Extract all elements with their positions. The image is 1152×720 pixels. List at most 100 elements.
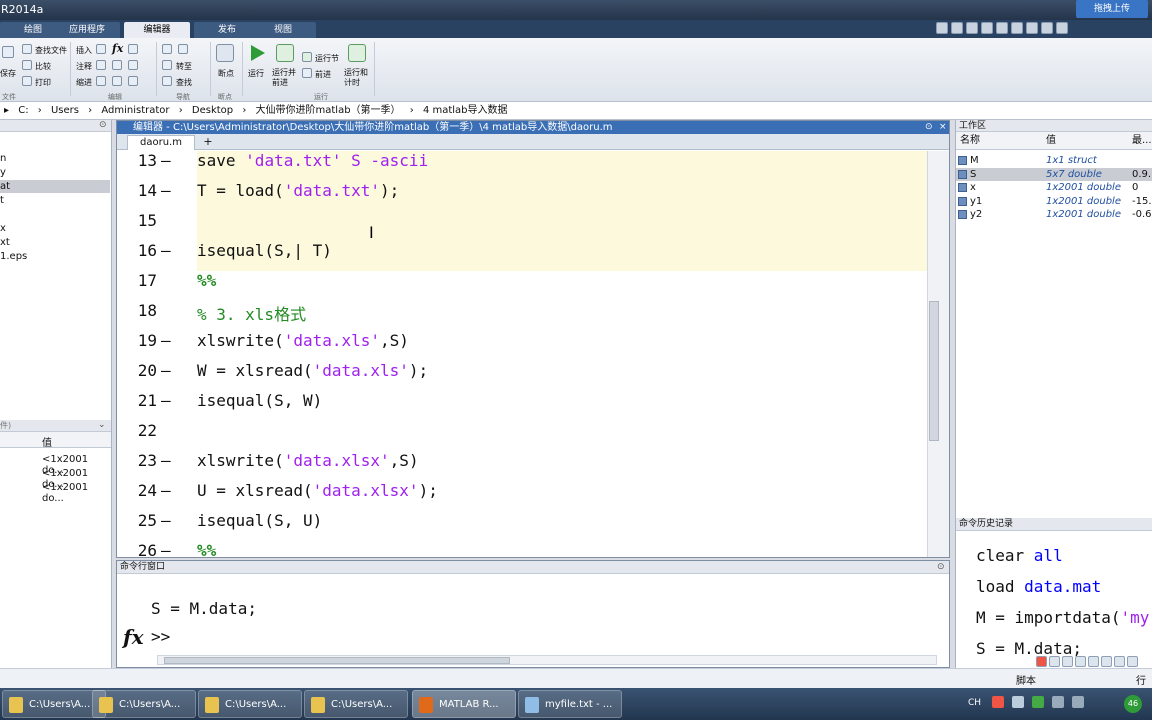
shield-icon[interactable] [1032,696,1044,708]
code-line[interactable]: W = xlsread('data.xls'); [197,361,428,380]
breadcrumb-administrator[interactable]: Administrator [101,105,169,116]
workspace-row[interactable]: M 1x1 struct [956,154,1152,167]
file-item[interactable]: n [0,152,110,165]
command-window[interactable]: 命令行窗口 ⊙ S = M.data; fx >> [116,560,950,668]
fx-icon[interactable]: fx [123,625,144,649]
workspace-row[interactable]: y1 1x2001 double -15... [956,195,1152,208]
breakpoint-marker[interactable]: — [161,241,171,260]
tab-editor[interactable]: 编辑器 [124,22,190,38]
sogou-tray-icon[interactable] [992,696,1004,708]
breakpoint-icon[interactable] [216,44,234,62]
history-line[interactable]: clear all [976,546,1063,565]
code-line[interactable]: T = load('data.txt'); [197,181,399,200]
find-files-icon[interactable] [22,44,32,54]
paste-icon[interactable] [981,22,993,34]
taskbar-item-notepad[interactable]: myfile.txt - ... [518,690,622,718]
code-line[interactable]: isequal(S, W) [197,391,322,410]
help-icon[interactable] [1056,22,1068,34]
run-section-button[interactable]: 运行节 [315,53,339,64]
comment-percent-icon[interactable] [96,60,106,70]
name-column-header[interactable]: 名称 [960,134,980,147]
wrap-comments-icon[interactable] [128,60,138,70]
tab-view[interactable]: 视图 [250,22,316,38]
file-item[interactable]: xt [0,236,110,249]
tab-apps[interactable]: 应用程序 [54,22,120,38]
breadcrumb-desktop[interactable]: Desktop [192,105,233,116]
back-arrow-icon[interactable] [162,44,172,54]
keyboard-tray-icon[interactable] [1012,696,1024,708]
outdent-icon[interactable] [128,76,138,86]
chinese-mode-icon[interactable] [1049,655,1060,667]
forward-arrow-icon[interactable] [178,44,188,54]
save-icon[interactable] [936,22,948,34]
save-label[interactable]: 保存 [0,68,16,79]
copy-icon[interactable] [966,22,978,34]
print-icon[interactable] [22,76,32,86]
undo-icon[interactable] [996,22,1008,34]
panel-menu-icon[interactable]: ⊙ [99,120,107,130]
vertical-scroll-thumb[interactable] [929,301,939,441]
run-section-icon[interactable] [302,52,312,62]
value-column-header[interactable]: 值 [42,434,52,449]
code-area[interactable]: 13— save 'data.txt' S -ascii 14— T = load('… [117,151,927,557]
compare-button[interactable]: 比较 [35,61,51,72]
breadcrumb-drive[interactable]: C: [18,105,28,116]
punctuation-icon[interactable] [1062,655,1073,667]
file-item[interactable]: y [0,166,110,179]
cut-icon[interactable] [951,22,963,34]
code-line[interactable]: U = xlsread('data.xlsx'); [197,481,438,500]
switch-window-icon[interactable] [1026,22,1038,34]
insert-function-icon[interactable] [128,44,138,54]
workspace-row[interactable]: S 5x7 double 0.9... [956,167,1152,181]
breadcrumb-folder[interactable]: 4 matlab导入数据 [423,105,508,116]
taskbar-item-explorer-3[interactable]: C:\Users\A... [198,690,302,718]
comment-button[interactable]: 注释 [76,61,92,72]
horizontal-scrollbar[interactable] [157,655,937,665]
history-line[interactable]: load data.mat [976,577,1101,596]
breakpoint-marker[interactable]: — [161,151,171,170]
code-line[interactable]: isequal(S,| T) [197,241,332,260]
breadcrumb-course[interactable]: 大仙带你进阶matlab（第一季） [256,105,401,116]
file-item-selected[interactable]: at [0,180,110,193]
tab-daoru[interactable]: daoru.m [127,135,195,150]
indent-icon[interactable] [112,76,122,86]
taskbar-item-explorer-4[interactable]: C:\Users\A... [304,690,408,718]
input-language[interactable]: CH [968,698,981,708]
breakpoint-marker[interactable]: — [161,391,171,410]
breakpoint-marker[interactable]: — [161,511,171,530]
find-icon[interactable] [162,76,172,86]
min-column-header[interactable]: 最... [1132,134,1152,147]
breadcrumb-users[interactable]: Users [51,105,79,116]
skin-icon[interactable] [1101,655,1112,667]
keyboard-icon[interactable] [1088,655,1099,667]
taskbar-item-explorer-2[interactable]: C:\Users\A... [92,690,196,718]
workspace-row[interactable]: x 1x2001 double 0 [956,181,1152,194]
file-item[interactable]: t [0,194,110,207]
compare-icon[interactable] [22,60,32,70]
cloud-upload-button[interactable]: 拖拽上传 [1076,0,1148,18]
advance-icon[interactable] [302,68,312,78]
uncomment-icon[interactable] [112,60,122,70]
breakpoint-marker[interactable]: — [161,481,171,500]
editor-options-icon[interactable]: ⊙ [925,122,933,132]
notification-badge[interactable]: 46 [1124,695,1142,713]
breakpoint-marker[interactable]: — [161,361,171,380]
code-line[interactable]: xlswrite('data.xls',S) [197,331,409,350]
breakpoint-marker[interactable]: — [161,451,171,470]
code-line[interactable]: isequal(S, U) [197,511,322,530]
insert-cell-icon[interactable] [96,44,106,54]
new-tab-button[interactable]: + [201,135,215,150]
find-button[interactable]: 查找 [176,77,192,88]
nav-arrow-icon[interactable]: ▸ [4,105,9,116]
breakpoint-marker[interactable]: — [161,181,171,200]
breakpoint-button[interactable]: 断点 [218,68,234,79]
find-files-button[interactable]: 查找文件 [35,45,67,56]
volume-icon[interactable] [1072,696,1084,708]
run-and-time-icon[interactable] [348,44,366,62]
run-button[interactable]: 运行 [248,68,264,79]
smart-indent-icon[interactable] [96,76,106,86]
horizontal-scroll-thumb[interactable] [164,657,510,664]
sogou-icon[interactable] [1036,655,1047,667]
code-line[interactable]: % 3. xls格式 [197,301,306,325]
breadcrumb[interactable]: ▸ C: › Users › Administrator › Desktop ›… [0,102,1152,120]
